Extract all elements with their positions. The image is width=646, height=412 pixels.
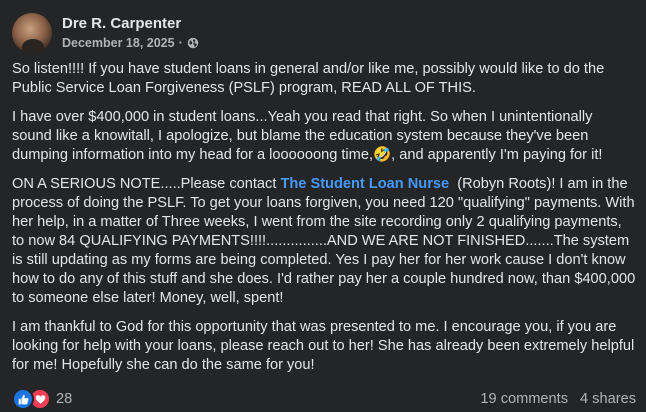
facebook-post: Dre R. Carpenter December 18, 2025 · So … <box>0 0 646 412</box>
author-name[interactable]: Dre R. Carpenter <box>62 15 199 33</box>
globe-icon[interactable] <box>187 37 199 49</box>
paragraph-3-text-after: (Robyn Roots)! I am in the process of do… <box>12 176 640 306</box>
post-paragraph-1: So listen!!!! If you have student loans … <box>12 61 605 96</box>
comments-count-link[interactable]: 19 comments <box>480 391 568 407</box>
post-date[interactable]: December 18, 2025 <box>62 35 175 51</box>
avatar[interactable] <box>12 13 52 53</box>
post-subline: December 18, 2025 · <box>62 35 199 51</box>
post-body: So listen!!!! If you have student loans … <box>12 60 636 385</box>
mention-link[interactable]: The Student Loan Nurse <box>280 176 449 192</box>
paragraph-3-text-before: ON A SERIOUS NOTE.....Please contact <box>12 176 281 192</box>
reactions-summary[interactable]: 28 <box>12 388 72 410</box>
reaction-count: 28 <box>56 391 73 407</box>
post-meta: Dre R. Carpenter December 18, 2025 · <box>62 15 199 51</box>
post-paragraph-4: I am thankful to God for this opportunit… <box>12 319 635 373</box>
shares-count-link[interactable]: 4 shares <box>580 391 636 407</box>
like-icon <box>12 388 34 410</box>
post-footer: 28 19 comments 4 shares <box>12 388 636 410</box>
separator-dot: · <box>178 36 183 50</box>
post-paragraph-2: I have over $400,000 in student loans...… <box>12 109 603 163</box>
post-header: Dre R. Carpenter December 18, 2025 · <box>12 12 199 54</box>
post-stats: 19 comments 4 shares <box>480 391 636 407</box>
post-paragraph-3: ON A SERIOUS NOTE.....Please contact The… <box>12 175 636 308</box>
